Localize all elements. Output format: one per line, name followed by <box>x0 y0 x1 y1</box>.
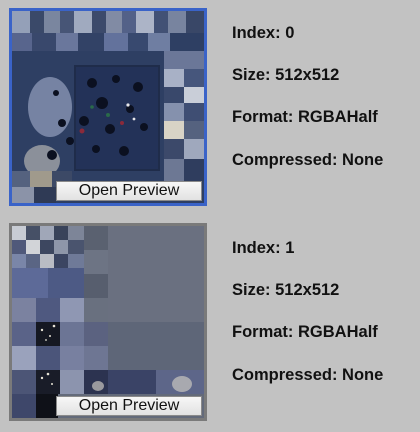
texture-entry-0: Open Preview Index: 0 Size: 512x512 Form… <box>0 0 420 216</box>
size-line-1: Size: 512x512 <box>232 281 339 300</box>
format-value: RGBAHalf <box>298 108 378 126</box>
size-label: Size: <box>232 281 271 299</box>
size-line-0: Size: 512x512 <box>232 66 339 85</box>
texture-atlas-image-0 <box>12 11 204 203</box>
texture-entry-1: Open Preview Index: 1 Size: 512x512 Form… <box>0 216 420 432</box>
index-value: 1 <box>285 239 295 257</box>
index-label: Index: <box>232 24 281 42</box>
format-value: RGBAHalf <box>298 323 378 341</box>
size-label: Size: <box>232 66 271 84</box>
format-line-1: Format: RGBAHalf <box>232 323 378 342</box>
index-label: Index: <box>232 239 281 257</box>
compressed-line-1: Compressed: None <box>232 366 383 385</box>
compressed-line-0: Compressed: None <box>232 151 383 170</box>
compressed-label: Compressed: <box>232 366 338 384</box>
format-label: Format: <box>232 323 294 341</box>
index-value: 0 <box>285 24 295 42</box>
size-value: 512x512 <box>275 66 340 84</box>
texture-atlas-image-1 <box>12 226 204 418</box>
index-line-0: Index: 0 <box>232 24 294 43</box>
compressed-label: Compressed: <box>232 151 338 169</box>
open-preview-button-1[interactable]: Open Preview <box>56 396 202 416</box>
open-preview-button-0[interactable]: Open Preview <box>56 181 202 201</box>
format-label: Format: <box>232 108 294 126</box>
size-value: 512x512 <box>275 281 340 299</box>
format-line-0: Format: RGBAHalf <box>232 108 378 127</box>
compressed-value: None <box>342 151 384 169</box>
compressed-value: None <box>342 366 384 384</box>
index-line-1: Index: 1 <box>232 239 294 258</box>
texture-thumbnail-1[interactable]: Open Preview <box>9 223 207 421</box>
texture-thumbnail-0[interactable]: Open Preview <box>9 8 207 206</box>
